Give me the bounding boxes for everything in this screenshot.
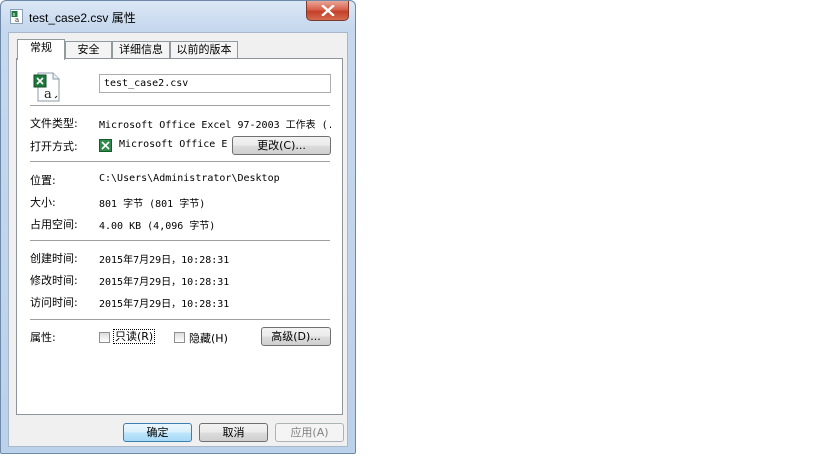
open-with-label: 打开方式: xyxy=(30,140,78,153)
dialog-client-area: 常规 安全 详细信息 以前的版本 a test_case2.csv 文件类型: … xyxy=(8,32,348,447)
created-value: 2015年7月29日，10:28:31 xyxy=(99,255,230,266)
size-label: 大小: xyxy=(30,196,56,209)
tab-previous-versions[interactable]: 以前的版本 xyxy=(170,41,238,58)
modified-label: 修改时间: xyxy=(30,274,78,287)
window-title: test_case2.csv 属性 xyxy=(29,11,136,25)
advanced-button[interactable]: 高级(D)... xyxy=(261,327,331,346)
excel-csv-file-icon: x a xyxy=(10,9,23,24)
properties-window: x a test_case2.csv 属性 常规 安全 详细信息 以前的版本 a… xyxy=(0,0,356,454)
general-panel: a test_case2.csv 文件类型: Microsoft Office … xyxy=(16,58,343,415)
tab-details[interactable]: 详细信息 xyxy=(112,41,170,58)
close-button[interactable] xyxy=(306,1,349,21)
apply-button[interactable]: 应用(A) xyxy=(275,423,344,442)
accessed-label: 访问时间: xyxy=(30,296,78,309)
tab-security[interactable]: 安全 xyxy=(65,41,112,58)
file-type-label: 文件类型: xyxy=(30,117,78,130)
separator xyxy=(30,319,330,321)
excel-app-icon xyxy=(99,139,112,152)
location-value: C:\Users\Administrator\Desktop xyxy=(99,173,280,184)
readonly-label[interactable]: 只读(R) xyxy=(113,329,156,344)
file-type-value: Microsoft Office Excel 97-2003 工作表 (.c xyxy=(99,120,331,131)
open-with-value: Microsoft Office E xyxy=(119,139,228,150)
cancel-button[interactable]: 取消 xyxy=(199,423,268,442)
excel-csv-file-icon: a xyxy=(33,72,61,102)
location-label: 位置: xyxy=(30,174,56,187)
size-value: 801 字节 (801 字节) xyxy=(99,199,206,210)
change-button[interactable]: 更改(C)... xyxy=(232,136,331,155)
svg-text:a: a xyxy=(44,87,52,102)
filename-input[interactable]: test_case2.csv xyxy=(99,74,331,93)
size-on-disk-value: 4.00 KB (4,096 字节) xyxy=(99,221,216,232)
modified-value: 2015年7月29日，10:28:31 xyxy=(99,277,230,288)
separator xyxy=(30,105,330,107)
separator xyxy=(30,161,330,163)
accessed-value: 2015年7月29日，10:28:31 xyxy=(99,299,230,310)
hidden-checkbox[interactable] xyxy=(174,332,185,343)
hidden-label[interactable]: 隐藏(H) xyxy=(189,330,228,346)
tab-general[interactable]: 常规 xyxy=(17,39,65,60)
size-on-disk-label: 占用空间: xyxy=(30,218,78,231)
close-icon xyxy=(321,5,335,16)
svg-text:a: a xyxy=(15,16,19,23)
ok-button[interactable]: 确定 xyxy=(123,423,192,442)
attributes-label: 属性: xyxy=(30,331,56,344)
separator xyxy=(30,240,330,242)
created-label: 创建时间: xyxy=(30,252,78,265)
readonly-checkbox[interactable] xyxy=(99,332,110,343)
title-bar[interactable]: x a test_case2.csv 属性 xyxy=(1,1,355,31)
